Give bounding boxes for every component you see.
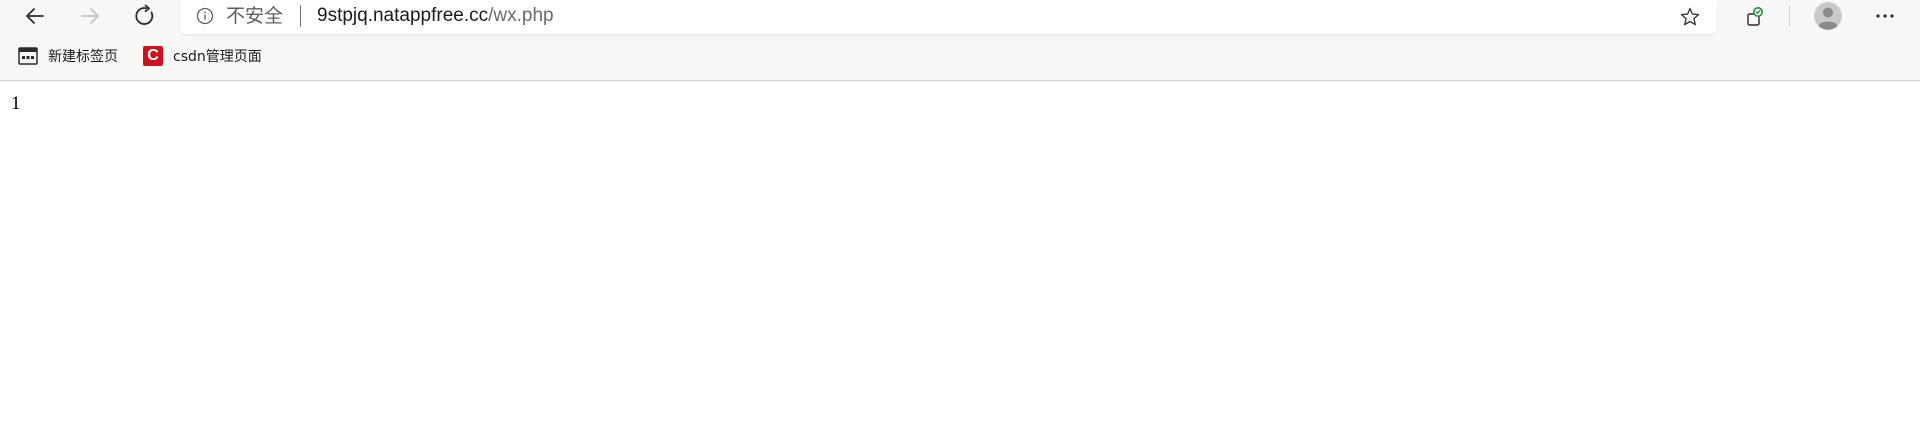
- info-icon[interactable]: [196, 7, 214, 25]
- arrow-right-icon: [81, 8, 99, 24]
- extension-button[interactable]: [1740, 2, 1770, 32]
- address-bar[interactable]: 不安全 9stpjq.natappfree.cc/wx.php: [180, 0, 1717, 34]
- back-button[interactable]: [15, 0, 55, 32]
- reload-button[interactable]: [125, 0, 165, 32]
- arrow-left-icon: [26, 8, 44, 24]
- new-tab-icon: [18, 46, 38, 66]
- avatar-icon: [1814, 2, 1842, 30]
- extension-icon: [1747, 7, 1763, 26]
- security-label[interactable]: 不安全: [226, 4, 283, 28]
- bookmark-csdn[interactable]: C csdn管理页面: [143, 44, 262, 68]
- csdn-icon: C: [143, 46, 163, 66]
- browser-toolbar: 不安全 9stpjq.natappfree.cc/wx.php: [0, 0, 1920, 34]
- more-icon: [1876, 14, 1894, 18]
- star-icon: [1680, 7, 1700, 26]
- more-menu-button[interactable]: [1870, 0, 1900, 32]
- bookmark-label: csdn管理页面: [173, 49, 262, 65]
- page-content: 1: [0, 81, 1920, 438]
- reload-icon: [135, 4, 154, 25]
- bookmark-new-tab[interactable]: 新建标签页: [18, 44, 118, 68]
- url-path: /wx.php: [488, 5, 554, 26]
- toolbar-divider: [1789, 6, 1790, 26]
- favorite-button[interactable]: [1677, 4, 1703, 30]
- browser-chrome: 不安全 9stpjq.natappfree.cc/wx.php 新建标签页 C …: [0, 0, 1920, 81]
- bookmarks-bar: 新建标签页 C csdn管理页面: [0, 40, 1920, 74]
- url-text[interactable]: 9stpjq.natappfree.cc/wx.php: [317, 4, 554, 28]
- address-divider: [300, 5, 301, 27]
- page-body-text: 1: [11, 93, 21, 114]
- profile-button[interactable]: [1812, 0, 1844, 32]
- forward-button[interactable]: [70, 0, 110, 32]
- url-host: 9stpjq.natappfree.cc: [317, 5, 489, 26]
- bookmark-label: 新建标签页: [48, 49, 118, 65]
